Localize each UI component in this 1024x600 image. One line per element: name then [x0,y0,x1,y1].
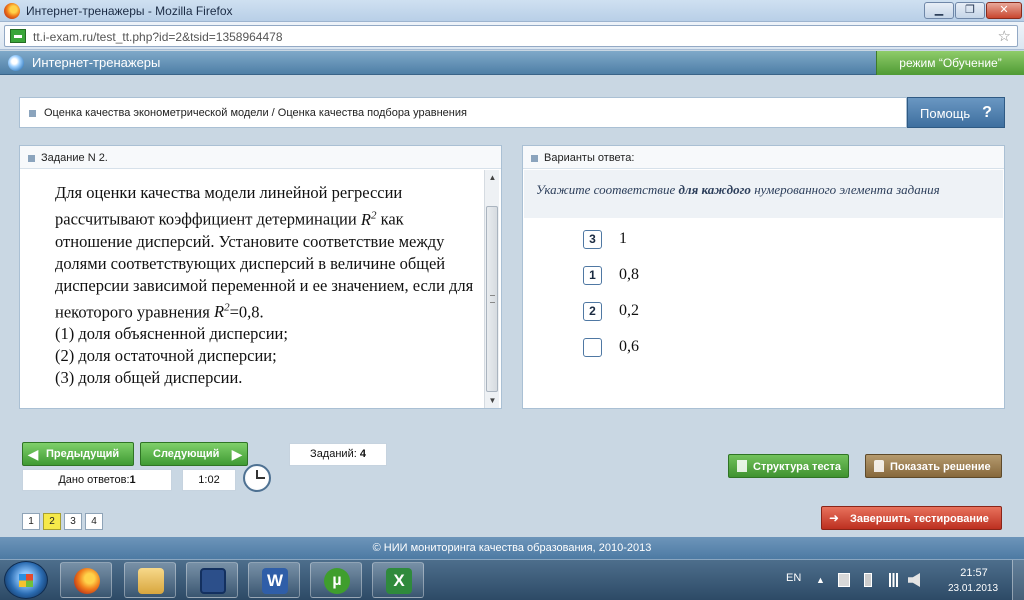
breadcrumb: Оценка качества эконометрической модели … [19,97,907,128]
site-favicon-icon [10,29,26,43]
word-icon: W [262,568,288,594]
taskbar-utorrent[interactable]: µ [310,562,362,598]
r-squared-symbol: R2 [360,209,377,229]
tasks-count: Заданий: 4 [289,443,387,466]
answers-panel-header: Варианты ответа: [523,146,1004,169]
book-icon [874,460,884,472]
window-titlebar: Интернет-тренажеры - Mozilla Firefox ▁ ❐… [0,0,1024,22]
task-scrollbar[interactable]: ▲ ▼ [484,170,499,408]
arrow-left-icon: ◀ [27,446,39,462]
close-button[interactable]: ✕ [986,2,1022,19]
taskbar-word[interactable]: W [248,562,300,598]
firefox-icon [4,3,20,19]
task-item-3: (3) доля общей дисперсии. [55,368,243,387]
r-squared-symbol-2: R2 [213,301,230,322]
answered-counter: Дано ответов:1 [22,469,172,491]
windows-taskbar: W µ X EN ▲ 21:57 23.01.2013 [0,559,1024,600]
page-button[interactable]: 4 [85,513,103,530]
match-box[interactable]: 1 [583,266,602,285]
utorrent-icon: µ [324,568,350,594]
task-panel: Задание N 2. Для оценки качества модели … [19,145,502,409]
clock-icon [243,464,271,492]
match-box[interactable]: 2 [583,302,602,321]
help-button-label: Помощь [920,106,971,121]
help-button[interactable]: Помощь ? [907,97,1005,128]
address-bar[interactable]: tt.i-exam.ru/test_tt.php?id=2&tsid=13589… [4,25,1018,47]
system-date[interactable]: 23.01.2013 [944,583,1002,594]
tray-expand-icon[interactable]: ▲ [816,573,828,587]
task-item-2: (2) доля остаточной дисперсии; [55,346,277,365]
finish-test-label: Завершить тестирование [850,513,989,525]
system-time[interactable]: 21:57 [952,567,996,579]
task-item-1: (1) доля объясненной дисперсии; [55,324,288,343]
page-button[interactable]: 1 [22,513,40,530]
maximize-button[interactable]: ❐ [955,2,985,19]
breadcrumb-text: Оценка качества эконометрической модели … [44,107,467,119]
url-text[interactable]: tt.i-exam.ru/test_tt.php?id=2&tsid=13589… [33,30,283,44]
bullet-icon [28,155,35,162]
exit-icon: ➜ [829,511,840,525]
show-solution-label: Показать решение [890,461,991,473]
next-button[interactable]: Следующий ▶ [140,442,248,466]
taskbar-excel[interactable]: X [372,562,424,598]
task-text-part-3: =0,8. [229,302,264,321]
answers-panel: Варианты ответа: Укажите соответствие дл… [522,145,1005,409]
window-title: Интернет-тренажеры - Mozilla Firefox [26,4,233,18]
language-indicator[interactable]: EN [786,572,801,584]
question-icon: ? [982,104,992,121]
test-structure-button[interactable]: Структура теста [728,454,849,478]
navigation-toolbar: tt.i-exam.ru/test_tt.php?id=2&tsid=13589… [0,22,1024,50]
next-button-label: Следующий [153,448,220,460]
taskbar-explorer[interactable] [124,562,176,598]
bullet-icon [531,155,538,162]
match-box[interactable] [583,338,602,357]
app-header: Интернет-тренажеры режим “Обучение” [0,51,1024,75]
test-structure-label: Структура теста [753,461,842,473]
answer-instruction: Укажите соответствие для каждого нумеров… [524,170,1003,218]
match-box[interactable]: 3 [583,230,602,249]
app-logo-icon [8,55,24,71]
bullet-icon [29,110,36,117]
list-icon [737,460,747,472]
copyright-bar: © НИИ мониторинга качества образования, … [0,537,1024,559]
page-button[interactable]: 3 [64,513,82,530]
show-solution-button[interactable]: Показать решение [865,454,1002,478]
task-panel-header: Задание N 2. [20,146,501,169]
network-icon[interactable] [886,573,900,587]
scroll-thumb[interactable] [486,206,498,392]
star-icon[interactable]: ☆ [998,27,1011,45]
scroll-up-icon[interactable]: ▲ [485,170,500,185]
system-tray: ▲ [816,573,920,587]
taskbar-firefox[interactable] [60,562,112,598]
previous-button-label: Предыдущий [46,448,120,460]
arrow-right-icon: ▶ [231,446,243,462]
folder-icon [138,568,164,594]
page-button-current[interactable]: 2 [43,513,61,530]
battery-icon[interactable] [864,573,872,587]
finish-test-button[interactable]: ➜ Завершить тестирование [821,506,1002,530]
volume-icon[interactable] [908,573,920,587]
taskbar-save-app[interactable] [186,562,238,598]
answer-value: 0,6 [619,338,639,355]
minimize-button[interactable]: ▁ [924,2,954,19]
show-desktop-button[interactable] [1012,560,1024,600]
answer-value: 0,2 [619,302,639,319]
excel-icon: X [386,568,412,594]
answer-value: 0,8 [619,266,639,283]
action-center-icon[interactable] [838,573,850,587]
answer-value: 1 [619,230,627,247]
task-text-part-1: Для оценки качества модели линейной регр… [55,183,403,229]
scroll-down-icon[interactable]: ▼ [485,393,500,408]
firefox-icon [74,568,100,594]
floppy-icon [200,568,226,594]
task-text: Для оценки качества модели линейной регр… [55,182,475,389]
task-number: Задание N 2. [41,152,108,164]
timer: 1:02 [182,469,236,491]
mode-badge: режим “Обучение” [876,51,1024,75]
start-button[interactable] [4,561,48,599]
app-title: Интернет-тренажеры [32,55,161,70]
previous-button[interactable]: ◀ Предыдущий [22,442,134,466]
answers-header: Варианты ответа: [544,152,635,164]
